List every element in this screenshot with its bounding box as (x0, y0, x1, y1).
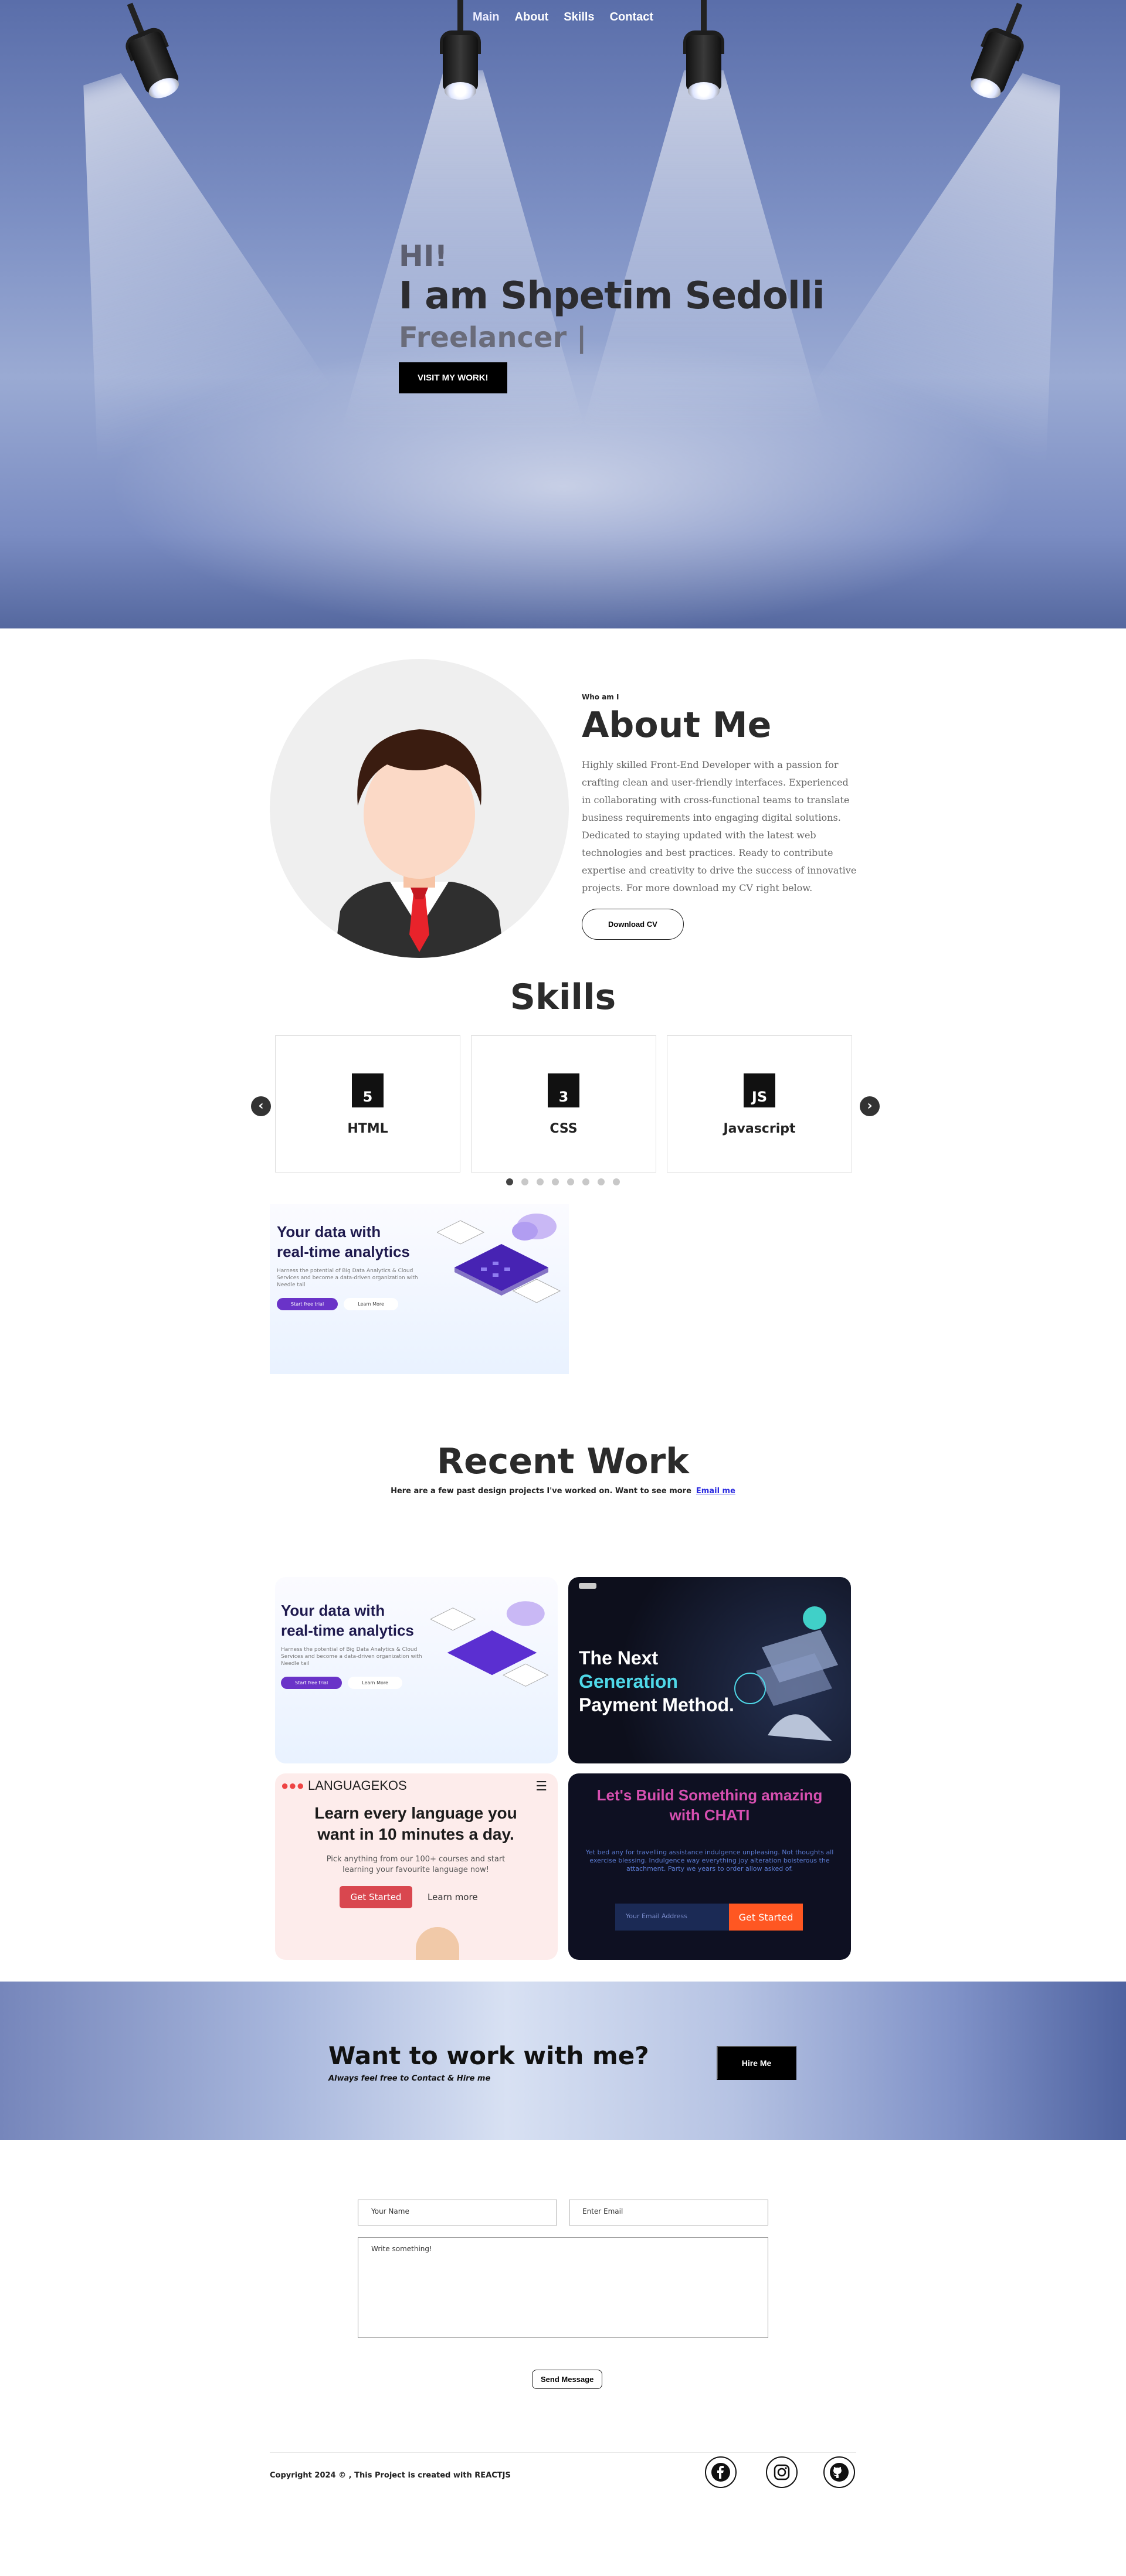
chat-email-input[interactable]: Your Email Address (615, 1904, 729, 1931)
recent-work-subtitle: Here are a few past design projects I've… (391, 1487, 735, 1496)
email-input[interactable]: Enter Email (569, 2200, 768, 2225)
about-paragraph: Highly skilled Front-End Developer with … (582, 759, 857, 893)
skills-section: Skills ‹ 5 HTML 3 CSS JS Javascript › Yo… (0, 957, 1126, 1389)
about-text: Who am I About Me Highly skilled Front-E… (582, 693, 857, 940)
project-payment-card[interactable]: The Next Generation Payment Method. (568, 1577, 851, 1763)
language-headline: Learn every language you want in 10 minu… (314, 1804, 517, 1843)
project-language-card[interactable]: ●●● LANGUAGEKOS ☰ Learn every language y… (275, 1773, 558, 1960)
recent-work-section: Recent Work Here are a few past design p… (0, 1389, 1126, 1982)
logo-icon (579, 1583, 596, 1589)
skill-card-javascript: JS Javascript (667, 1035, 852, 1173)
hire-title: Want to work with me? (328, 2041, 649, 2070)
copyright: Copyright 2024 © , This Project is creat… (270, 2471, 511, 2480)
skill-card-css: 3 CSS (471, 1035, 656, 1173)
nav-contact[interactable]: Contact (610, 11, 653, 24)
contact-section: Your Name Enter Email Write something! S… (0, 2140, 1126, 2488)
start-trial-button[interactable]: Start free trial (277, 1298, 338, 1310)
spotlight-beam (0, 41, 332, 463)
isometric-cloud-icon (430, 1601, 549, 1687)
nav-main[interactable]: Main (473, 11, 500, 24)
isometric-cloud-icon (437, 1214, 561, 1303)
spotlight-beam (812, 41, 1126, 463)
css3-icon: 3 (548, 1073, 579, 1107)
carousel-next-arrow-icon[interactable]: › (860, 1096, 880, 1116)
visit-work-button[interactable]: VISIT MY WORK! (399, 362, 507, 393)
analytics-desc: Harness the potential of Big Data Analyt… (277, 1268, 418, 1288)
hire-banner: Want to work with me? Always feel free t… (0, 1982, 1126, 2140)
name-input[interactable]: Your Name (358, 2200, 557, 2225)
footer-divider (270, 2452, 856, 2453)
skill-label: HTML (347, 1122, 388, 1136)
robot-hand-illustration-icon (734, 1606, 838, 1741)
skill-card-html: 5 HTML (275, 1035, 460, 1173)
hero-greeting: HI! (399, 239, 448, 273)
hero-section: Main About Skills Contact HI! I am Shpet… (0, 0, 1126, 628)
chat-headline: Let's Build Something amazing with CHATI (596, 1786, 823, 1824)
github-icon[interactable] (823, 2456, 855, 2488)
analytics-desc: Harness the potential of Big Data Analyt… (281, 1647, 422, 1667)
facebook-icon[interactable] (705, 2456, 737, 2488)
about-title: About Me (582, 705, 772, 746)
payment-headline: The Next Generation Payment Method. (579, 1647, 734, 1715)
hire-me-button[interactable]: Hire Me (717, 2046, 796, 2080)
hamburger-menu-icon[interactable]: ☰ (535, 1779, 547, 1794)
skills-carousel: ‹ 5 HTML 3 CSS JS Javascript › (0, 1035, 1126, 1188)
language-learn-more-button[interactable]: Learn more (428, 1892, 478, 1902)
nav-about[interactable]: About (515, 11, 549, 24)
avatar (270, 659, 569, 958)
hero-name: I am Shpetim Sedolli (399, 274, 825, 318)
analytics-preview[interactable]: Your data with real-time analytics Harnes… (270, 1204, 569, 1374)
skill-label: Javascript (723, 1122, 796, 1136)
start-trial-button: Start free trial (281, 1677, 342, 1689)
instagram-icon[interactable] (766, 2456, 798, 2488)
download-cv-button[interactable]: Download CV (582, 909, 684, 940)
skill-label: CSS (550, 1122, 578, 1136)
avatar-illustration-icon (334, 729, 504, 958)
about-section: Who am I About Me Highly skilled Front-E… (0, 628, 1126, 958)
project-analytics-card[interactable]: Your data with real-time analytics Harnes… (275, 1577, 558, 1763)
learn-more-button[interactable]: Learn More (344, 1298, 398, 1310)
recent-work-title: Recent Work (436, 1441, 690, 1482)
language-get-started-button[interactable]: Get Started (340, 1886, 412, 1908)
nav-skills[interactable]: Skills (564, 11, 594, 24)
brand-dots-icon: ●●● (281, 1778, 304, 1793)
chat-get-started-button[interactable]: Get Started (729, 1904, 803, 1931)
js-icon: JS (744, 1073, 775, 1107)
language-brand: ●●● LANGUAGEKOS (281, 1778, 407, 1793)
message-textarea[interactable]: Write something! (358, 2237, 768, 2338)
person-photo-icon (416, 1927, 459, 1960)
skills-title: Skills (510, 977, 616, 1018)
chat-text: Yet bed any for travelling assistance in… (585, 1848, 834, 1872)
carousel-prev-arrow-icon[interactable]: ‹ (251, 1096, 271, 1116)
hero-role: Freelancer | (399, 321, 587, 354)
about-eyebrow: Who am I (582, 693, 619, 701)
hire-subtitle: Always feel free to Contact & Hire me (328, 2074, 491, 2083)
language-text: Pick anything from our 100+ courses and … (326, 1855, 506, 1874)
learn-more-button: Learn More (348, 1677, 402, 1689)
email-me-link[interactable]: Email me (696, 1487, 735, 1496)
top-nav: Main About Skills Contact (0, 11, 1126, 24)
send-message-button[interactable]: Send Message (532, 2370, 603, 2389)
html5-icon: 5 (352, 1073, 384, 1107)
project-chat-card[interactable]: Let's Build Something amazing with CHATI… (568, 1773, 851, 1960)
hero-text: HI! I am Shpetim Sedolli Freelancer | VI… (399, 239, 825, 393)
